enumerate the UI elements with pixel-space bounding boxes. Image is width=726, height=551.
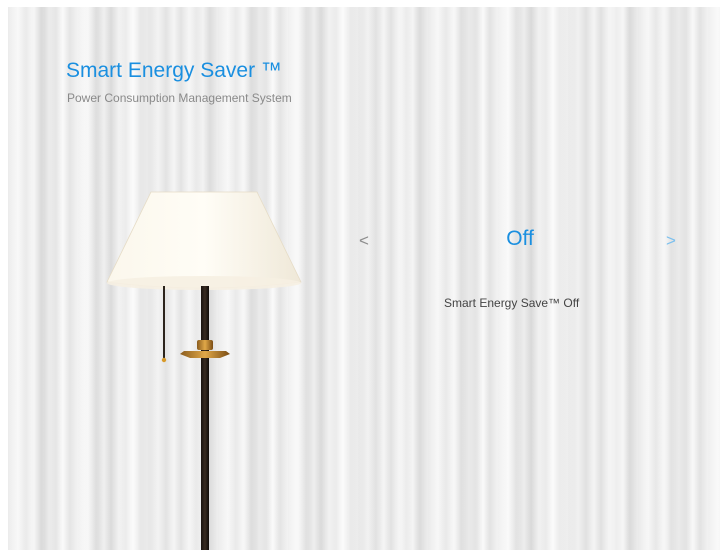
app-subtitle: Power Consumption Management System — [67, 91, 292, 105]
previous-mode-button[interactable]: < — [359, 231, 369, 251]
next-mode-button[interactable]: > — [666, 231, 676, 251]
app-title: Smart Energy Saver ™ — [66, 59, 282, 82]
curtain-background: Smart Energy Saver ™ Power Consumption M… — [8, 7, 720, 550]
current-mode-label: Off — [506, 227, 534, 250]
floor-lamp-icon — [106, 191, 302, 550]
mode-description: Smart Energy Save™ Off — [444, 296, 580, 310]
